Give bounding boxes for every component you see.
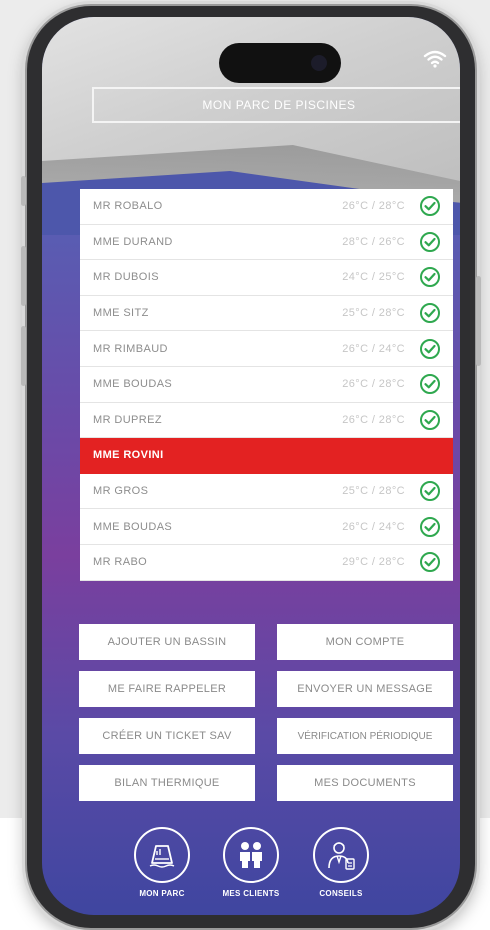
pool-owner-name: MME BOUDAS <box>93 378 173 391</box>
pool-temperature: 26°C / 24°C <box>342 342 405 355</box>
camera-icon <box>311 55 327 71</box>
pool-owner-name: MME SITZ <box>93 307 149 320</box>
mute-switch <box>21 176 26 206</box>
pool-row[interactable]: MR DUBOIS 24°C / 25°C <box>80 260 453 296</box>
dynamic-island <box>219 43 341 83</box>
pool-row[interactable]: MR GROS 25°C / 28°C <box>80 474 453 510</box>
pool-owner-name: MME BOUDAS <box>93 520 173 533</box>
pool-owner-name: MR DUBOIS <box>93 271 159 284</box>
pool-owner-name: MR RIMBAUD <box>93 342 168 355</box>
pool-row[interactable]: MR RIMBAUD 26°C / 24°C <box>80 331 453 367</box>
phone-screen: MON PARC DE PISCINES MR ROBALO 26°C / 28°… <box>42 17 460 915</box>
pool-temperature: 28°C / 26°C <box>342 235 405 248</box>
check-circle-icon <box>420 374 440 395</box>
pool-owner-name: MR RABO <box>93 556 148 569</box>
nav-clients[interactable]: MES CLIENTS <box>211 827 291 898</box>
nav-advice-circle <box>313 827 369 883</box>
nav-advice[interactable]: CONSEILS <box>301 827 381 898</box>
pool-temperature: 29°C / 28°C <box>342 556 405 569</box>
pool-row[interactable]: MME DURAND 28°C / 26°C <box>80 225 453 261</box>
pool-owner-name: MME DURAND <box>93 235 173 248</box>
nav-park[interactable]: MON PARC <box>122 827 202 898</box>
check-circle-icon <box>420 481 440 502</box>
pool-row[interactable]: MME BOUDAS 26°C / 24°C <box>80 509 453 545</box>
power-button <box>476 276 481 366</box>
check-circle-icon <box>420 267 440 288</box>
periodic-check-button[interactable]: VÉRIFICATION PÉRIODIQUE <box>277 718 453 754</box>
pool-owner-name: MR GROS <box>93 485 149 498</box>
thermal-report-button[interactable]: BILAN THERMIQUE <box>79 765 255 801</box>
pool-row[interactable]: MME SITZ 25°C / 28°C <box>80 296 453 332</box>
check-circle-icon <box>420 303 440 324</box>
wifi-icon <box>423 50 447 68</box>
nav-park-label: MON PARC <box>139 889 185 898</box>
check-circle-icon <box>420 338 440 359</box>
pool-temperature: 26°C / 28°C <box>342 200 405 213</box>
check-circle-icon <box>420 231 440 252</box>
check-circle-icon <box>420 196 440 217</box>
nav-advice-label: CONSEILS <box>319 889 363 898</box>
pool-temperature: 26°C / 24°C <box>342 520 405 533</box>
send-message-button[interactable]: ENVOYER UN MESSAGE <box>277 671 453 707</box>
pool-row[interactable]: MR ROBALO 26°C / 28°C <box>80 189 453 225</box>
page-title: MON PARC DE PISCINES <box>92 87 460 123</box>
phone-frame: MON PARC DE PISCINES MR ROBALO 26°C / 28°… <box>21 6 481 928</box>
pool-temperature: 25°C / 28°C <box>342 307 405 320</box>
pool-row-alert[interactable]: MME ROVINI <box>80 438 453 474</box>
page-title-text: MON PARC DE PISCINES <box>202 98 356 112</box>
create-ticket-button[interactable]: CRÉER UN TICKET SAV <box>79 718 255 754</box>
add-pool-button[interactable]: AJOUTER UN BASSIN <box>79 624 255 660</box>
pool-owner-name: MME ROVINI <box>93 449 164 462</box>
call-back-button[interactable]: ME FAIRE RAPPELER <box>79 671 255 707</box>
users-icon <box>240 842 262 868</box>
nav-clients-circle <box>223 827 279 883</box>
advisor-icon <box>328 842 355 870</box>
pool-temperature: 26°C / 28°C <box>342 413 405 426</box>
pool-row[interactable]: MR RABO 29°C / 28°C <box>80 545 453 581</box>
my-account-button[interactable]: MON COMPTE <box>277 624 453 660</box>
pool-row[interactable]: MME BOUDAS 26°C / 28°C <box>80 367 453 403</box>
volume-down-button <box>21 326 26 386</box>
volume-up-button <box>21 246 26 306</box>
pool-icon <box>149 845 175 868</box>
check-circle-icon <box>420 409 440 430</box>
pool-temperature: 26°C / 28°C <box>342 378 405 391</box>
check-circle-icon <box>420 552 440 573</box>
bottom-nav: MON PARC MES CLIENTS CONSEILS <box>42 827 460 915</box>
my-documents-button[interactable]: MES DOCUMENTS <box>277 765 453 801</box>
pool-owner-name: MR ROBALO <box>93 200 163 213</box>
pool-temperature: 24°C / 25°C <box>342 271 405 284</box>
nav-park-circle <box>134 827 190 883</box>
pool-temperature: 25°C / 28°C <box>342 485 405 498</box>
pool-owner-name: MR DUPREZ <box>93 413 162 426</box>
check-circle-icon <box>420 516 440 537</box>
pool-row[interactable]: MR DUPREZ 26°C / 28°C <box>80 403 453 439</box>
nav-clients-label: MES CLIENTS <box>222 889 280 898</box>
pool-list: MR ROBALO 26°C / 28°C MME DURAND 28°C / 26°… <box>80 189 453 581</box>
